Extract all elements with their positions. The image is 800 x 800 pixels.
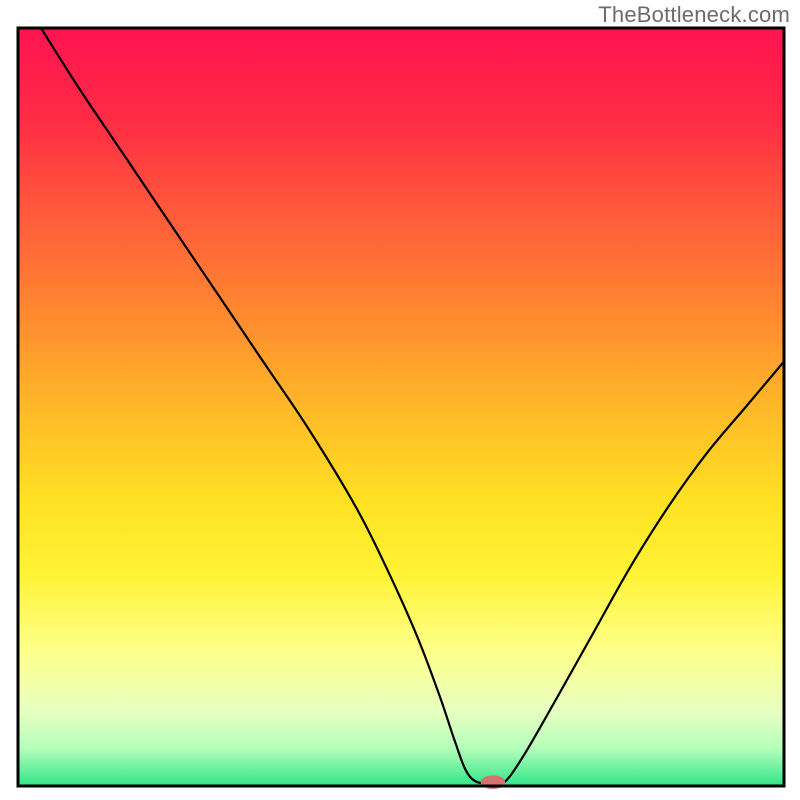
chart-svg: [0, 0, 800, 800]
bottleneck-chart: TheBottleneck.com: [0, 0, 800, 800]
plot-background: [18, 28, 784, 786]
watermark-text: TheBottleneck.com: [598, 2, 790, 28]
